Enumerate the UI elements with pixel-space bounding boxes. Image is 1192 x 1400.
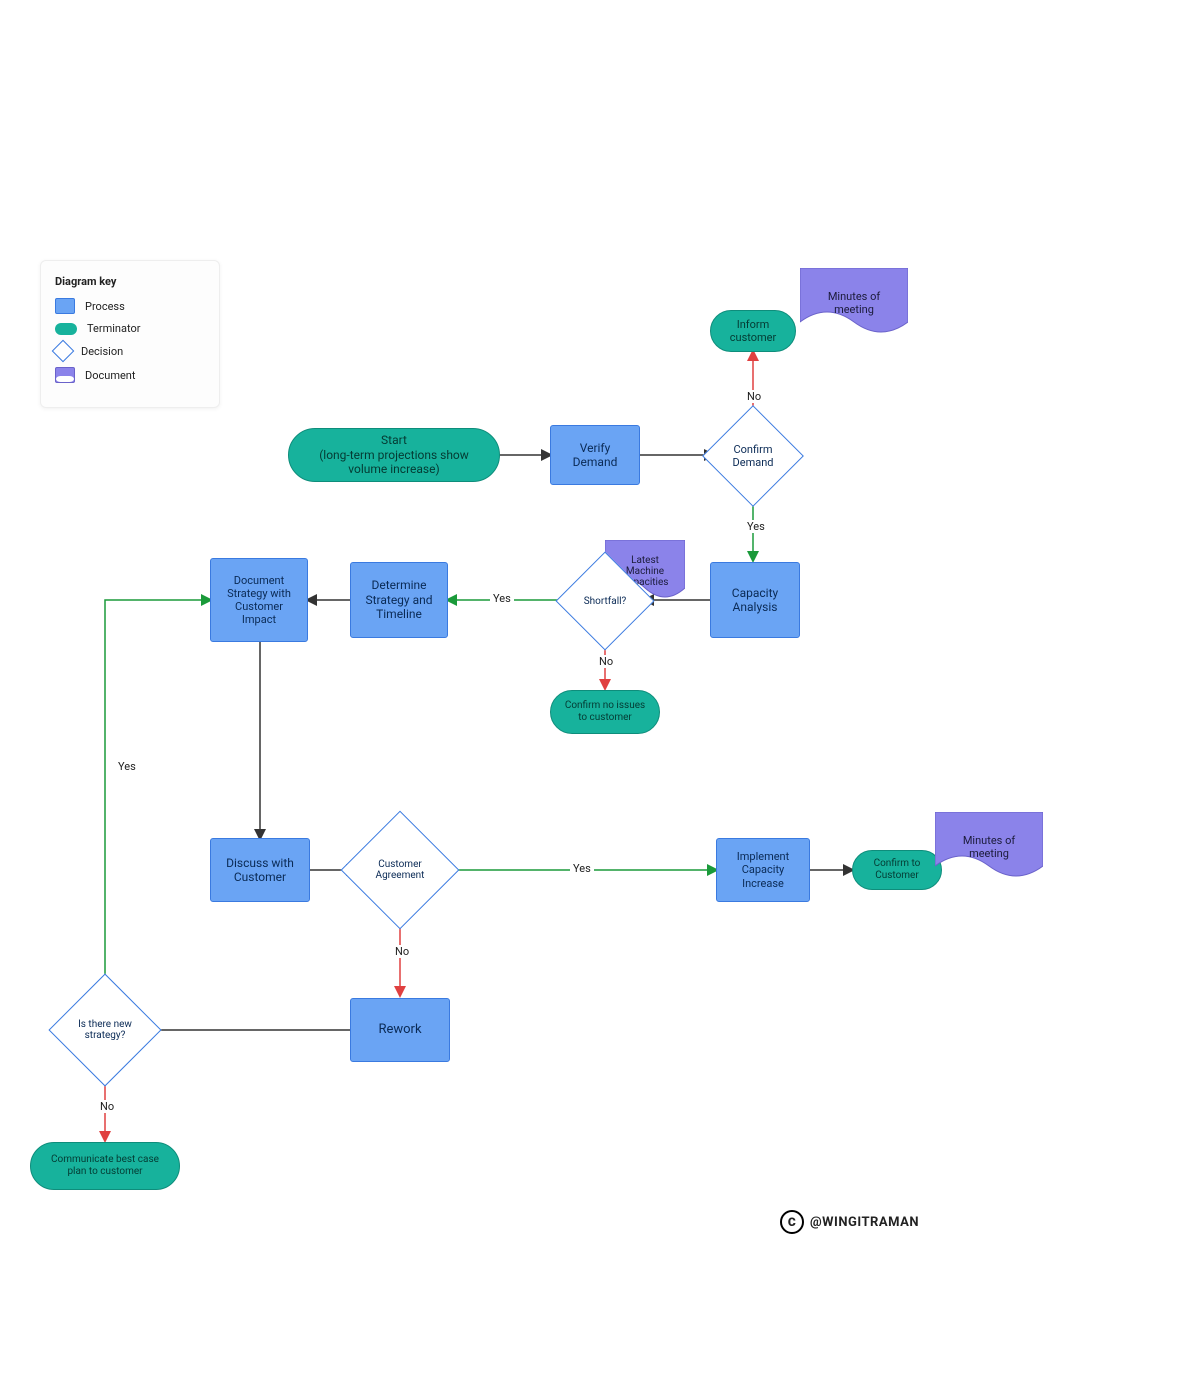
process-verify-demand: VerifyDemand [550, 425, 640, 485]
process-label: DocumentStrategy withCustomerImpact [227, 574, 291, 627]
decision-confirm-demand: ConfirmDemand [717, 420, 789, 492]
legend-item-document: Document [55, 367, 205, 383]
process-label: ImplementCapacityIncrease [737, 850, 789, 890]
edge-label-yes: Yes [115, 760, 139, 773]
credit-handle: @WINGITRAMAN [810, 1215, 919, 1230]
terminator-label: Start(long-term projections showvolume i… [319, 433, 469, 476]
process-label: Rework [378, 1022, 421, 1038]
terminator-label: Confirm no issuesto customer [565, 700, 645, 724]
process-discuss-customer: Discuss withCustomer [210, 838, 310, 902]
process-document-strategy: DocumentStrategy withCustomerImpact [210, 558, 308, 642]
edge-label-no: No [97, 1100, 117, 1113]
terminator-confirm-to-customer: Confirm toCustomer [852, 850, 942, 890]
edge-label-yes: Yes [744, 520, 768, 533]
terminator-start: Start(long-term projections showvolume i… [288, 428, 500, 482]
legend-label: Terminator [87, 322, 140, 335]
decision-label: Is there newstrategy? [65, 990, 145, 1070]
process-rework: Rework [350, 998, 450, 1062]
terminator-label: Communicate best caseplan to customer [51, 1154, 159, 1178]
process-label: CapacityAnalysis [732, 586, 778, 615]
legend-label: Decision [81, 345, 123, 358]
diagram-key: Diagram key Process Terminator Decision … [40, 260, 220, 408]
terminator-label: Confirm toCustomer [874, 858, 921, 882]
flowchart-canvas: Diagram key Process Terminator Decision … [0, 0, 1192, 1400]
legend-item-process: Process [55, 298, 205, 314]
edge-label-no: No [392, 945, 412, 958]
legend-item-terminator: Terminator [55, 322, 205, 335]
terminator-icon [55, 323, 77, 335]
process-determine-strategy: DetermineStrategy andTimeline [350, 562, 448, 638]
process-label: DetermineStrategy andTimeline [365, 578, 432, 621]
copyright-icon: C [780, 1210, 804, 1234]
document-minutes-2: Minutes ofmeeting [935, 812, 1043, 882]
legend-label: Document [85, 369, 135, 382]
legend-item-decision: Decision [55, 343, 205, 359]
terminator-inform-customer: Informcustomer [710, 310, 796, 352]
terminator-confirm-no-issues: Confirm no issuesto customer [550, 690, 660, 734]
decision-label: Shortfall? [570, 566, 640, 636]
edge-label-yes: Yes [490, 592, 514, 605]
credit: C @WINGITRAMAN [780, 1210, 919, 1234]
legend-title: Diagram key [55, 275, 205, 288]
edge-label-no: No [596, 655, 616, 668]
document-label: Minutes ofmeeting [935, 812, 1043, 882]
edge-label-yes: Yes [570, 862, 594, 875]
terminator-label: Informcustomer [730, 318, 776, 344]
decision-shortfall: Shortfall? [570, 566, 640, 636]
document-label: Minutes ofmeeting [800, 268, 908, 338]
decision-label: ConfirmDemand [717, 420, 789, 492]
legend-label: Process [85, 300, 125, 313]
process-icon [55, 298, 75, 314]
process-label: VerifyDemand [573, 441, 618, 470]
process-implement-capacity: ImplementCapacityIncrease [716, 838, 810, 902]
decision-new-strategy: Is there newstrategy? [65, 990, 145, 1070]
decision-customer-agreement: CustomerAgreement [358, 828, 442, 912]
decision-icon [52, 340, 75, 363]
document-icon [55, 367, 75, 383]
copyright-symbol: C [788, 1215, 796, 1229]
document-minutes-1: Minutes ofmeeting [800, 268, 908, 338]
process-capacity-analysis: CapacityAnalysis [710, 562, 800, 638]
edge-label-no: No [744, 390, 764, 403]
terminator-communicate-best-case: Communicate best caseplan to customer [30, 1142, 180, 1190]
process-label: Discuss withCustomer [226, 856, 294, 885]
decision-label: CustomerAgreement [358, 828, 442, 912]
